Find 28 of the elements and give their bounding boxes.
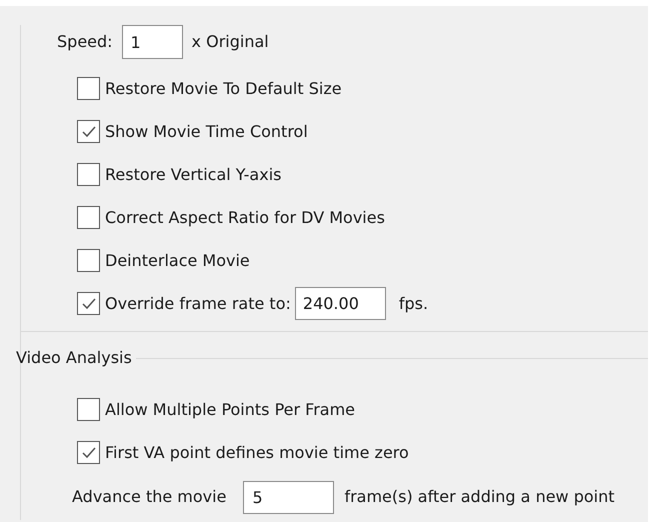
checkbox-label: Restore Movie To Default Size [105,78,342,100]
advance-field[interactable]: 5 [243,480,334,514]
speed-label: Speed: [57,31,113,53]
frame-rate-field[interactable]: 240.00 [294,287,386,320]
checkbox[interactable] [77,77,100,100]
fps-unit: fps. [398,292,428,314]
checkbox-label: Allow Multiple Points Per Frame [105,398,356,420]
checkmark-icon [82,298,96,310]
checkbox-label: Restore Vertical Y-axis [105,164,282,186]
speed-unit: x Original [192,31,269,53]
checkbox-label: Override frame rate to: [105,292,291,314]
checkbox[interactable] [77,163,100,186]
checkbox[interactable] [77,249,100,272]
checkbox[interactable] [77,292,100,315]
checkbox-label: Show Movie Time Control [105,120,308,142]
checkbox[interactable] [77,398,100,421]
checkmark-icon [82,126,96,138]
checkbox[interactable] [77,120,100,143]
group-title: Video Analysis [15,347,133,369]
checkmark-icon [82,446,96,458]
advance-label: Advance the movie [72,486,226,508]
checkbox-label: Deinterlace Movie [105,250,250,272]
checkbox[interactable] [77,206,100,229]
checkbox-label: Correct Aspect Ratio for DV Movies [105,206,385,228]
checkbox[interactable] [77,441,100,464]
advance-unit: frame(s) after adding a new point [344,486,615,508]
checkbox-label: First VA point defines movie time zero [105,442,409,464]
speed-field[interactable]: 1 [122,25,183,59]
